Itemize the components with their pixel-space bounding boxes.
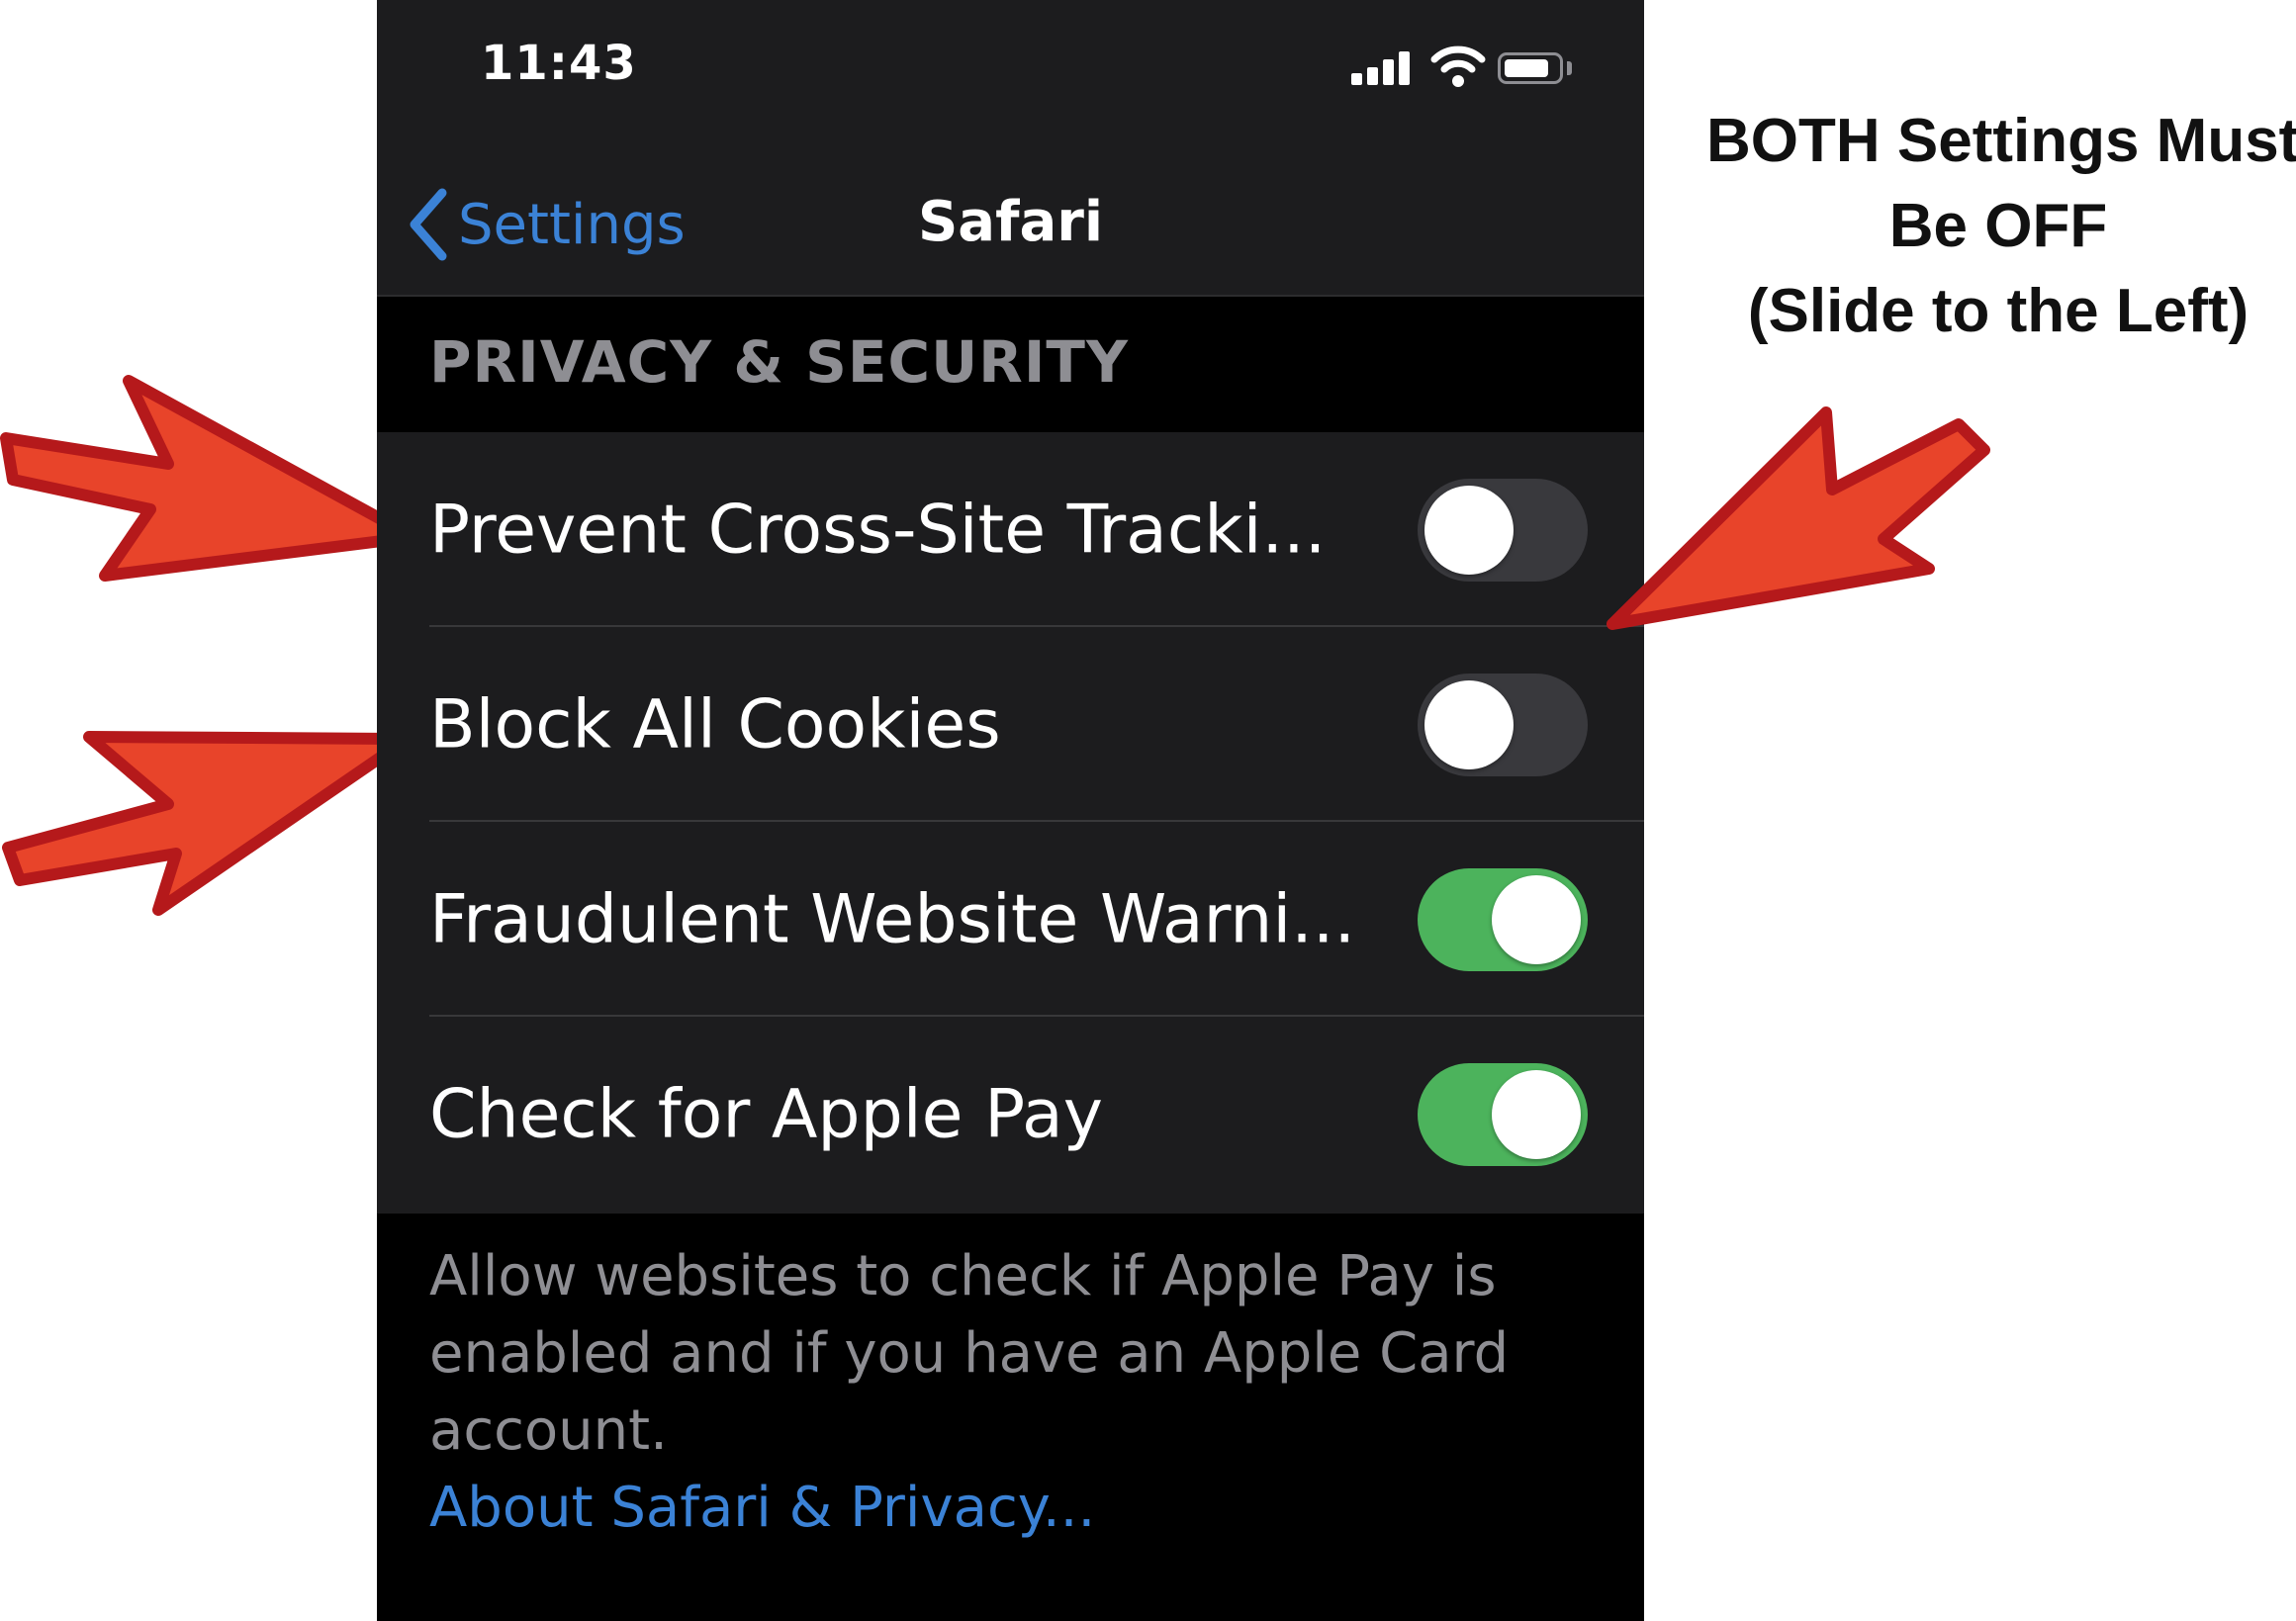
setting-label: Prevent Cross-Site Tracki... xyxy=(429,491,1327,569)
section-header: PRIVACY & SECURITY xyxy=(429,328,1129,396)
status-bar: 11:43 xyxy=(377,0,1644,138)
annotation-line: (Slide to the Left) xyxy=(1747,277,2250,345)
toggle-knob xyxy=(1424,485,1514,575)
annotation-arrow-3 xyxy=(1607,406,1990,630)
annotation-line: BOTH Settings Must xyxy=(1706,107,2296,175)
section-footer: Allow websites to check if Apple Pay is … xyxy=(429,1238,1597,1547)
footer-text: Allow websites to check if Apple Pay is … xyxy=(429,1244,1510,1463)
navigation-bar: Settings Safari xyxy=(377,138,1644,297)
setting-label: Fraudulent Website Warni... xyxy=(429,880,1356,958)
status-time: 11:43 xyxy=(481,36,637,91)
toggle-knob xyxy=(1424,679,1514,769)
setting-row-fraud-warning: Fraudulent Website Warni... xyxy=(377,822,1644,1017)
setting-row-apple-pay: Check for Apple Pay xyxy=(377,1017,1644,1212)
phone-screen: 11:43 Settings Safari PRIVACY & SECURITY xyxy=(377,0,1644,1621)
settings-group: Prevent Cross-Site Tracki... Block All C… xyxy=(377,432,1644,1214)
apple-pay-toggle[interactable] xyxy=(1418,1062,1588,1166)
fraud-warning-toggle[interactable] xyxy=(1418,867,1588,971)
toggle-knob xyxy=(1492,1069,1581,1159)
setting-label: Check for Apple Pay xyxy=(429,1075,1103,1153)
cellular-signal-icon xyxy=(1351,49,1411,85)
prevent-tracking-toggle[interactable] xyxy=(1418,478,1588,582)
toggle-knob xyxy=(1492,874,1581,964)
block-cookies-toggle[interactable] xyxy=(1418,673,1588,776)
page-title: Safari xyxy=(917,190,1104,254)
setting-row-prevent-tracking: Prevent Cross-Site Tracki... xyxy=(377,432,1644,627)
about-privacy-link[interactable]: About Safari & Privacy... xyxy=(429,1470,1597,1547)
annotation-arrow-1 xyxy=(0,375,419,582)
battery-cap xyxy=(1567,61,1572,75)
annotation-arrow-2 xyxy=(2,731,413,916)
wifi-icon xyxy=(1430,45,1486,87)
setting-label: Block All Cookies xyxy=(429,685,1001,764)
battery-icon xyxy=(1498,52,1563,84)
setting-row-block-cookies: Block All Cookies xyxy=(377,627,1644,822)
annotation-line: Be OFF xyxy=(1888,192,2108,260)
annotation-text: BOTH Settings Must Be OFF (Slide to the … xyxy=(1706,99,2296,354)
